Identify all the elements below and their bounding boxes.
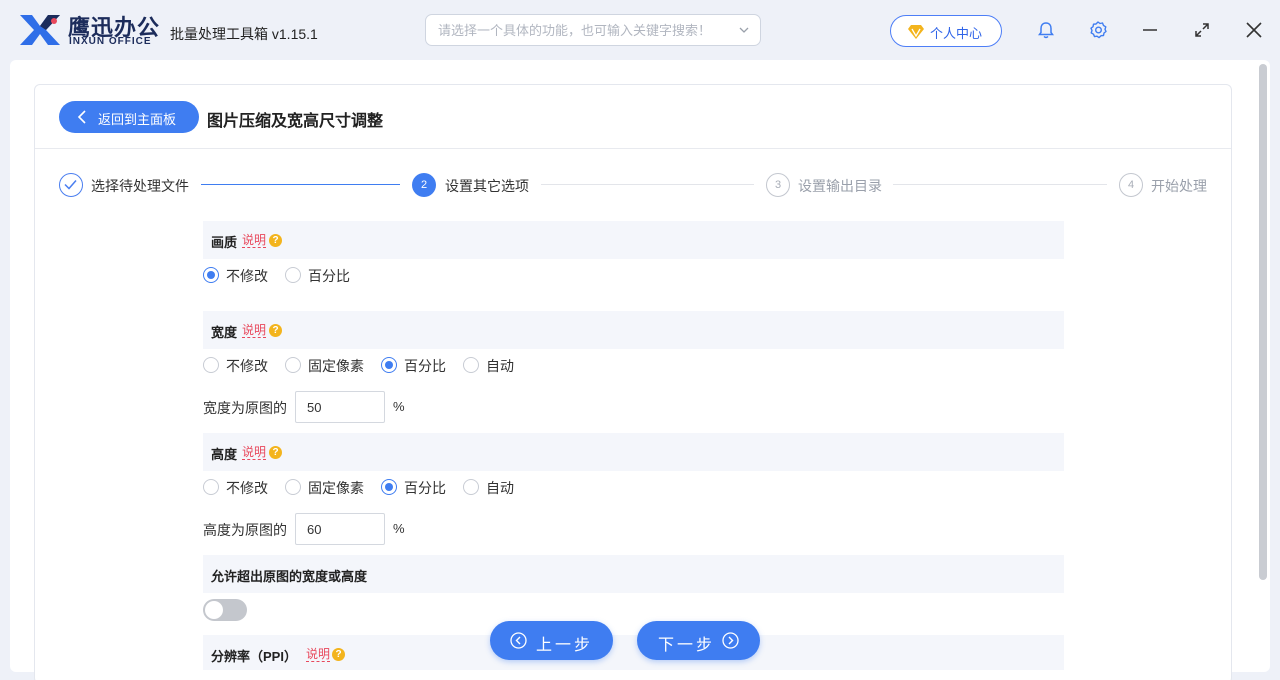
title-bar: 鹰迅办公 INXUN OFFICE 批量处理工具箱 v1.15.1 个人中心: [0, 0, 1280, 60]
width-help-link[interactable]: 说明: [242, 323, 267, 338]
width-radio-auto[interactable]: [463, 357, 479, 373]
diamond-icon: [908, 25, 924, 39]
chevron-left-icon: [77, 110, 86, 124]
width-section-header: 宽度 说明 ?: [203, 311, 1064, 349]
step-2-label: 设置其它选项: [445, 178, 529, 194]
step-4-label: 开始处理: [1151, 178, 1207, 194]
width-option-label: 自动: [486, 358, 514, 374]
height-help-link[interactable]: 说明: [242, 445, 267, 460]
previous-step-button[interactable]: 上一步: [490, 621, 613, 660]
height-field-label: 高度为原图的: [203, 522, 287, 538]
next-step-button[interactable]: 下一步: [637, 621, 760, 660]
height-radio-fixed-pixels[interactable]: [285, 479, 301, 495]
quality-section-header: 画质 说明 ?: [203, 221, 1064, 259]
height-option-label: 百分比: [404, 480, 446, 496]
width-title: 宽度: [211, 325, 238, 340]
minimize-icon[interactable]: [1140, 20, 1160, 40]
height-radio-percent[interactable]: [381, 479, 397, 495]
width-radio-fixed-pixels[interactable]: [285, 357, 301, 373]
circle-arrow-right-icon: [722, 632, 739, 649]
width-field-label: 宽度为原图的: [203, 400, 287, 416]
allow-exceed-toggle[interactable]: [203, 599, 247, 621]
search-input[interactable]: [438, 15, 728, 45]
previous-step-label: 上一步: [536, 637, 594, 654]
width-radio-unchanged[interactable]: [203, 357, 219, 373]
width-percent-input[interactable]: [295, 391, 385, 423]
step-3-label: 设置输出目录: [798, 178, 882, 194]
question-icon[interactable]: ?: [269, 446, 282, 459]
step-connector: [201, 184, 400, 185]
width-option-label: 固定像素: [308, 358, 364, 374]
height-radio-auto[interactable]: [463, 479, 479, 495]
question-icon[interactable]: ?: [269, 324, 282, 337]
step-connector: [541, 184, 754, 185]
divider: [35, 148, 1231, 149]
allow-exceed-section-header: 允许超出原图的宽度或高度: [203, 555, 1064, 593]
resolution-title: 分辨率（PPI）: [211, 649, 297, 664]
inxun-logo-icon: [20, 15, 60, 45]
step-connector: [893, 184, 1107, 185]
next-step-label: 下一步: [658, 637, 716, 654]
scrollbar-thumb[interactable]: [1259, 64, 1267, 580]
allow-exceed-title: 允许超出原图的宽度或高度: [211, 569, 368, 584]
height-option-label: 不修改: [226, 480, 268, 496]
question-icon[interactable]: ?: [269, 234, 282, 247]
quality-option-label: 不修改: [226, 268, 268, 284]
maximize-icon[interactable]: [1192, 20, 1212, 40]
resolution-section-header: 分辨率（PPI） 说明 ?: [203, 635, 1064, 670]
scrollbar[interactable]: [1256, 62, 1270, 670]
width-unit: %: [393, 399, 405, 414]
circle-arrow-left-icon: [510, 632, 527, 649]
height-unit: %: [393, 521, 405, 536]
function-search[interactable]: [425, 14, 761, 46]
gear-icon[interactable]: [1088, 20, 1108, 40]
width-radio-percent[interactable]: [381, 357, 397, 373]
question-icon[interactable]: ?: [332, 648, 345, 661]
width-option-label: 不修改: [226, 358, 268, 374]
chevron-down-icon[interactable]: [738, 24, 750, 36]
bell-icon[interactable]: [1036, 20, 1056, 40]
height-percent-input[interactable]: [295, 513, 385, 545]
quality-radio-unchanged[interactable]: [203, 267, 219, 283]
user-center-button[interactable]: 个人中心: [890, 15, 1002, 47]
width-option-label: 百分比: [404, 358, 446, 374]
step-1-label: 选择待处理文件: [91, 178, 189, 194]
resolution-help-link[interactable]: 说明: [306, 647, 331, 662]
brand-name-en: INXUN OFFICE: [69, 36, 152, 47]
height-title: 高度: [211, 447, 238, 462]
quality-radio-percent[interactable]: [285, 267, 301, 283]
height-radio-unchanged[interactable]: [203, 479, 219, 495]
quality-option-label: 百分比: [308, 268, 350, 284]
back-button-label: 返回到主面板: [98, 112, 177, 127]
quality-help-link[interactable]: 说明: [242, 233, 267, 248]
user-center-label: 个人中心: [930, 26, 983, 41]
app-title: 批量处理工具箱 v1.15.1: [170, 26, 318, 42]
step-4-number: 4: [1119, 173, 1143, 197]
height-section-header: 高度 说明 ?: [203, 433, 1064, 471]
quality-title: 画质: [211, 235, 238, 250]
close-icon[interactable]: [1244, 20, 1264, 40]
page-title: 图片压缩及宽高尺寸调整: [207, 113, 384, 130]
back-to-main-button[interactable]: 返回到主面板: [59, 101, 199, 133]
step-2-number: 2: [412, 173, 436, 197]
step-1-check-icon: [59, 173, 83, 197]
step-3-number: 3: [766, 173, 790, 197]
height-option-label: 固定像素: [308, 480, 364, 496]
height-option-label: 自动: [486, 480, 514, 496]
